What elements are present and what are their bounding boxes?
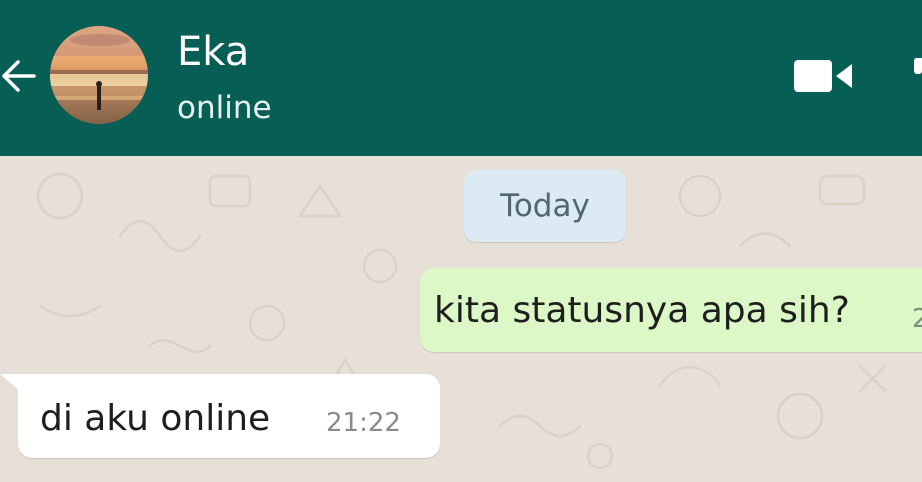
- chat-header: Eka online: [0, 0, 922, 156]
- arrow-left-icon: [2, 60, 36, 92]
- message-time: 21:22: [326, 408, 401, 438]
- voice-call-button[interactable]: [900, 50, 922, 100]
- date-separator-label: Today: [500, 188, 590, 224]
- phone-icon: [914, 58, 922, 74]
- message-time: 2: [912, 304, 922, 334]
- contact-avatar[interactable]: [50, 26, 148, 124]
- avatar-photo: [50, 26, 148, 124]
- video-call-button[interactable]: [790, 56, 860, 96]
- contact-name[interactable]: Eka: [177, 28, 249, 76]
- message-text: di aku online: [40, 398, 271, 439]
- back-button[interactable]: [0, 52, 40, 100]
- contact-status: online: [177, 90, 272, 126]
- video-camera-icon: [794, 60, 852, 92]
- date-separator: Today: [464, 170, 626, 242]
- incoming-message-bubble[interactable]: di aku online 21:22: [18, 374, 440, 458]
- outgoing-message-bubble[interactable]: kita statusnya apa sih? 2: [420, 268, 922, 352]
- chat-area[interactable]: Today kita statusnya apa sih? 2 di aku o…: [0, 156, 922, 482]
- message-text: kita statusnya apa sih?: [434, 290, 850, 331]
